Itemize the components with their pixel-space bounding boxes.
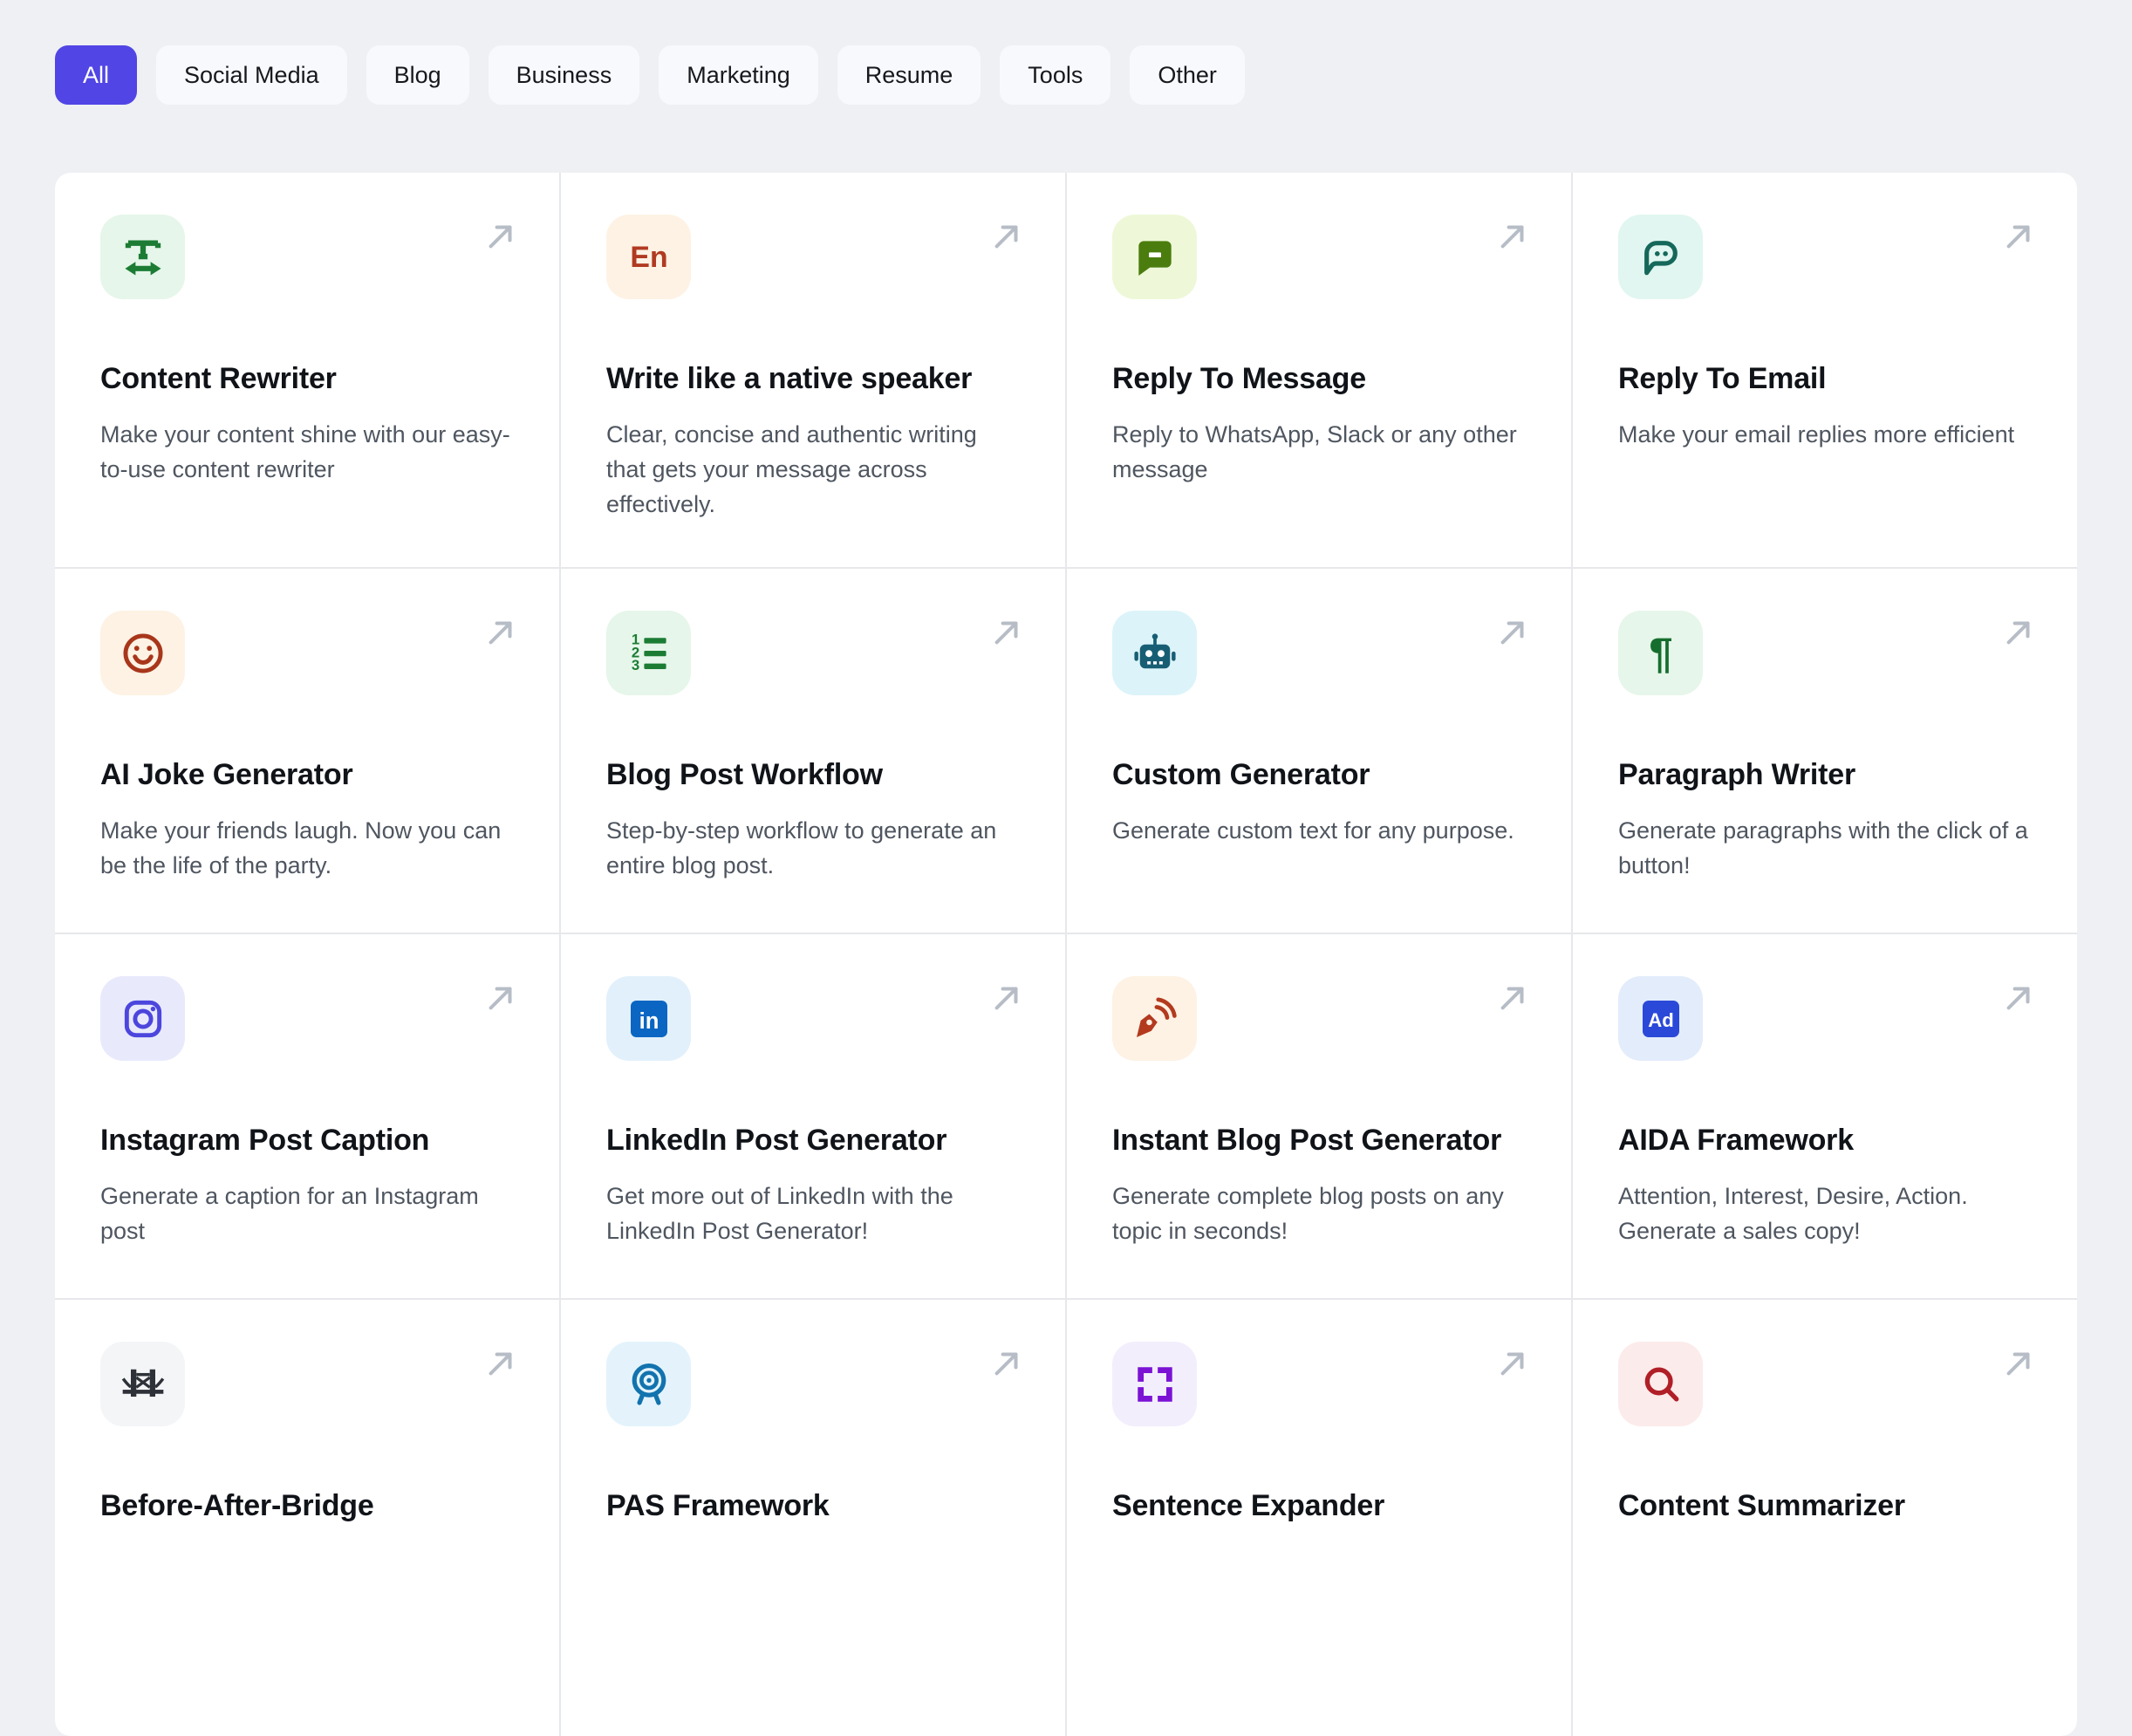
tool-card-title: Instagram Post Caption xyxy=(100,1124,430,1157)
open-in-new-arrow-icon[interactable] xyxy=(482,1345,519,1382)
open-in-new-arrow-icon[interactable] xyxy=(482,218,519,255)
tool-card-linkedin-post-generator[interactable]: in LinkedIn Post Generator Get more out … xyxy=(561,934,1065,1298)
tools-grid: Content Rewriter Make your content shine… xyxy=(55,173,2077,1736)
filter-tab-blog[interactable]: Blog xyxy=(366,45,469,105)
tool-card-description: Generate a caption for an Instagram post xyxy=(100,1183,479,1245)
tool-card-title: Paragraph Writer xyxy=(1618,758,1856,791)
filter-tab-resume[interactable]: Resume xyxy=(837,45,981,105)
chat-bubble-icon xyxy=(1112,215,1197,299)
tool-card-instagram-post-caption[interactable]: Instagram Post Caption Generate a captio… xyxy=(55,934,559,1298)
filter-tab-label: Business xyxy=(516,61,612,88)
filter-tab-label: Tools xyxy=(1028,61,1083,88)
open-in-new-arrow-icon[interactable] xyxy=(2000,614,2037,651)
tool-card-description: Make your email replies more efficient xyxy=(1618,421,2015,448)
filter-tab-label: Blog xyxy=(393,61,441,88)
open-in-new-arrow-icon[interactable] xyxy=(988,614,1025,651)
robot-icon xyxy=(1112,611,1197,695)
tool-card-pas-framework[interactable]: PAS Framework xyxy=(561,1300,1065,1736)
tool-card-sentence-expander[interactable]: Sentence Expander xyxy=(1067,1300,1571,1736)
tool-card-write-like-a-native-speaker[interactable]: En Write like a native speaker Clear, co… xyxy=(561,173,1065,567)
tool-card-title: Write like a native speaker xyxy=(606,362,973,395)
filter-tab-other[interactable]: Other xyxy=(1130,45,1245,105)
tool-card-aida-framework[interactable]: Ad AIDA Framework Attention, Interest, D… xyxy=(1573,934,2077,1298)
tool-card-instant-blog-post-generator[interactable]: Instant Blog Post Generator Generate com… xyxy=(1067,934,1571,1298)
instagram-icon xyxy=(100,976,185,1061)
tool-card-ai-joke-generator[interactable]: AI Joke Generator Make your friends laug… xyxy=(55,569,559,933)
open-in-new-arrow-icon[interactable] xyxy=(482,614,519,651)
english-text-icon: En xyxy=(606,215,691,299)
svg-text:¶: ¶ xyxy=(1649,630,1672,677)
tool-card-description: Generate custom text for any purpose. xyxy=(1112,817,1514,844)
chat-face-icon xyxy=(1618,215,1703,299)
filter-tab-marketing[interactable]: Marketing xyxy=(659,45,818,105)
tool-card-title: Instant Blog Post Generator xyxy=(1112,1124,1502,1157)
tool-card-blog-post-workflow[interactable]: 123 Blog Post Workflow Step-by-step work… xyxy=(561,569,1065,933)
tool-card-reply-to-email[interactable]: Reply To Email Make your email replies m… xyxy=(1573,173,2077,567)
open-in-new-arrow-icon[interactable] xyxy=(1494,218,1531,255)
open-in-new-arrow-icon[interactable] xyxy=(988,218,1025,255)
tool-card-title: LinkedIn Post Generator xyxy=(606,1124,947,1157)
tool-card-description: Step-by-step workflow to generate an ent… xyxy=(606,817,997,879)
tool-card-title: Custom Generator xyxy=(1112,758,1370,791)
tool-card-description: Reply to WhatsApp, Slack or any other me… xyxy=(1112,421,1517,483)
tool-card-paragraph-writer[interactable]: ¶ Paragraph Writer Generate paragraphs w… xyxy=(1573,569,2077,933)
tool-card-title: AI Joke Generator xyxy=(100,758,353,791)
tool-card-custom-generator[interactable]: Custom Generator Generate custom text fo… xyxy=(1067,569,1571,933)
pen-signal-icon xyxy=(1112,976,1197,1061)
pilcrow-icon: ¶ xyxy=(1618,611,1703,695)
tool-card-description: Clear, concise and authentic writing tha… xyxy=(606,421,977,517)
tool-card-title: Reply To Email xyxy=(1618,362,1827,395)
filter-tab-label: Social Media xyxy=(184,61,319,88)
tool-card-description: Generate complete blog posts on any topi… xyxy=(1112,1183,1504,1245)
bridge-icon xyxy=(100,1342,185,1426)
ad-badge-icon: Ad xyxy=(1618,976,1703,1061)
tool-card-description: Attention, Interest, Desire, Action. Gen… xyxy=(1618,1183,1968,1245)
filter-tab-tools[interactable]: Tools xyxy=(1000,45,1111,105)
expand-icon xyxy=(1112,1342,1197,1426)
open-in-new-arrow-icon[interactable] xyxy=(988,1345,1025,1382)
linkedin-icon: in xyxy=(606,976,691,1061)
filter-tab-all[interactable]: All xyxy=(55,45,138,105)
tool-card-description: Make your content shine with our easy-to… xyxy=(100,421,510,483)
filter-tab-label: Other xyxy=(1158,61,1217,88)
tool-card-before-after-bridge[interactable]: Before-After-Bridge xyxy=(55,1300,559,1736)
open-in-new-arrow-icon[interactable] xyxy=(1494,1345,1531,1382)
filter-tab-social-media[interactable]: Social Media xyxy=(156,45,347,105)
target-icon xyxy=(606,1342,691,1426)
open-in-new-arrow-icon[interactable] xyxy=(2000,218,2037,255)
numbered-list-icon: 123 xyxy=(606,611,691,695)
svg-text:En: En xyxy=(630,241,667,274)
tool-card-title: Blog Post Workflow xyxy=(606,758,883,791)
svg-text:Ad: Ad xyxy=(1648,1009,1674,1031)
category-filter-bar: All Social Media Blog Business Marketing… xyxy=(0,0,2132,105)
svg-text:in: in xyxy=(639,1009,659,1034)
tool-card-description: Generate paragraphs with the click of a … xyxy=(1618,817,2028,879)
magnifier-icon xyxy=(1618,1342,1703,1426)
open-in-new-arrow-icon[interactable] xyxy=(1494,614,1531,651)
tool-card-content-summarizer[interactable]: Content Summarizer xyxy=(1573,1300,2077,1736)
open-in-new-arrow-icon[interactable] xyxy=(1494,980,1531,1016)
svg-text:3: 3 xyxy=(631,657,639,673)
tool-card-description: Make your friends laugh. Now you can be … xyxy=(100,817,502,879)
tool-card-reply-to-message[interactable]: Reply To Message Reply to WhatsApp, Slac… xyxy=(1067,173,1571,567)
tool-card-description: Get more out of LinkedIn with the Linked… xyxy=(606,1183,953,1245)
filter-tab-label: All xyxy=(83,61,110,88)
smiley-icon xyxy=(100,611,185,695)
open-in-new-arrow-icon[interactable] xyxy=(2000,980,2037,1016)
filter-tab-label: Resume xyxy=(864,61,953,88)
open-in-new-arrow-icon[interactable] xyxy=(988,980,1025,1016)
open-in-new-arrow-icon[interactable] xyxy=(482,980,519,1016)
tool-card-content-rewriter[interactable]: Content Rewriter Make your content shine… xyxy=(55,173,559,567)
tool-card-title: Content Rewriter xyxy=(100,362,337,395)
filter-tab-business[interactable]: Business xyxy=(488,45,640,105)
open-in-new-arrow-icon[interactable] xyxy=(2000,1345,2037,1382)
text-width-icon xyxy=(100,215,185,299)
tool-card-title: AIDA Framework xyxy=(1618,1124,1854,1157)
filter-tab-label: Marketing xyxy=(687,61,790,88)
tool-card-title: Reply To Message xyxy=(1112,362,1366,395)
